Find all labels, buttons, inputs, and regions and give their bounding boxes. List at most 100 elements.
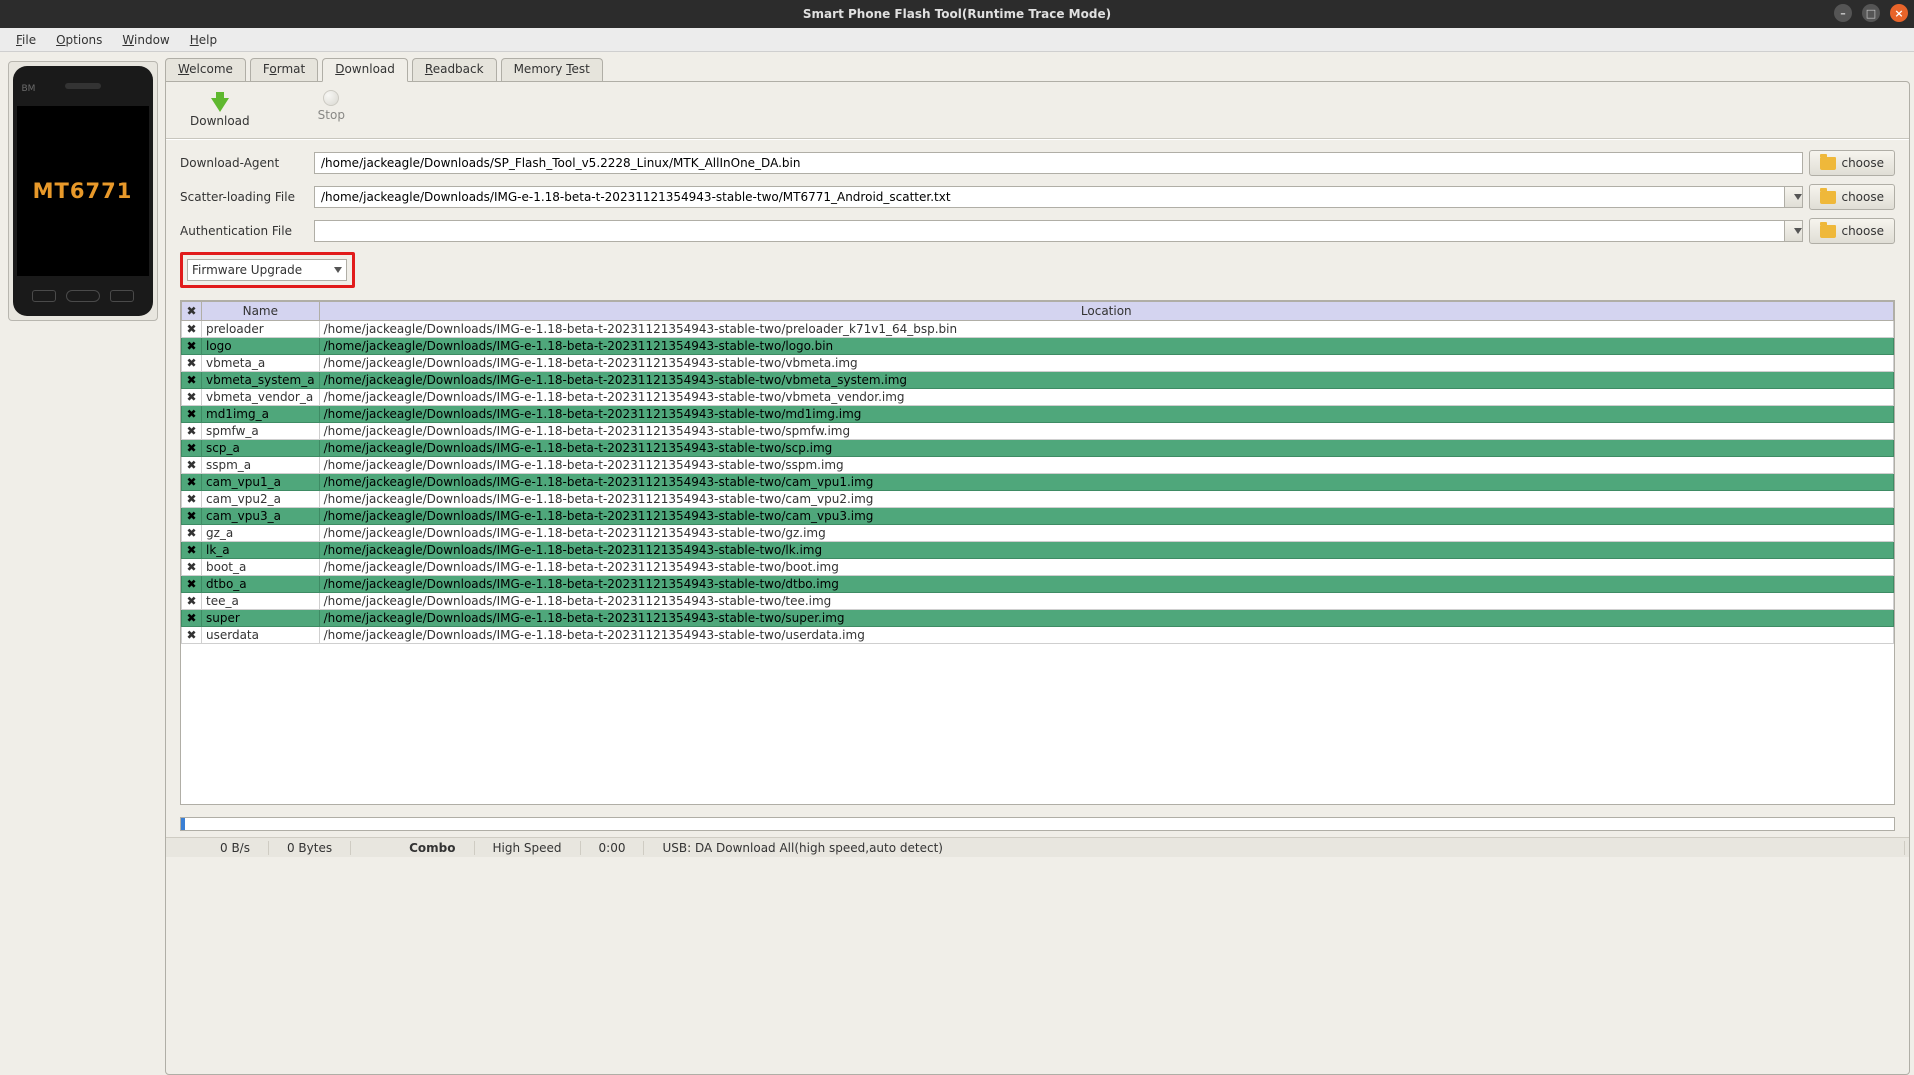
table-row[interactable]: ✖userdata/home/jackeagle/Downloads/IMG-e… [182, 627, 1894, 644]
chevron-down-icon [334, 267, 342, 273]
table-row[interactable]: ✖logo/home/jackeagle/Downloads/IMG-e-1.1… [182, 338, 1894, 355]
row-check[interactable]: ✖ [182, 355, 202, 372]
choose-scatter-button[interactable]: choose [1809, 184, 1895, 210]
tab-format[interactable]: Format [250, 58, 318, 82]
status-time: 0:00 [581, 841, 645, 855]
row-location: /home/jackeagle/Downloads/IMG-e-1.18-bet… [319, 627, 1893, 644]
download-agent-label: Download-Agent [180, 156, 308, 170]
stop-icon [323, 90, 339, 106]
status-size: 0 Bytes [269, 841, 351, 855]
row-location: /home/jackeagle/Downloads/IMG-e-1.18-bet… [319, 474, 1893, 491]
table-row[interactable]: ✖lk_a/home/jackeagle/Downloads/IMG-e-1.1… [182, 542, 1894, 559]
menu-options[interactable]: Options [46, 33, 112, 47]
tab-welcome[interactable]: Welcome [165, 58, 246, 82]
folder-icon [1820, 157, 1836, 170]
row-check[interactable]: ✖ [182, 321, 202, 338]
row-name: scp_a [202, 440, 320, 457]
menu-file[interactable]: File [6, 33, 46, 47]
menu-bar: File Options Window Help [0, 28, 1914, 52]
minimize-button[interactable]: – [1834, 4, 1852, 22]
table-row[interactable]: ✖vbmeta_vendor_a/home/jackeagle/Download… [182, 389, 1894, 406]
download-agent-input[interactable] [314, 152, 1803, 174]
row-name: vbmeta_a [202, 355, 320, 372]
stop-button[interactable]: Stop [314, 88, 349, 130]
row-name: md1img_a [202, 406, 320, 423]
table-row[interactable]: ✖cam_vpu3_a/home/jackeagle/Downloads/IMG… [182, 508, 1894, 525]
row-check[interactable]: ✖ [182, 542, 202, 559]
folder-icon [1820, 191, 1836, 204]
menu-window[interactable]: Window [112, 33, 179, 47]
row-check[interactable]: ✖ [182, 474, 202, 491]
table-row[interactable]: ✖tee_a/home/jackeagle/Downloads/IMG-e-1.… [182, 593, 1894, 610]
scatter-file-input[interactable] [314, 186, 1785, 208]
row-check[interactable]: ✖ [182, 423, 202, 440]
row-location: /home/jackeagle/Downloads/IMG-e-1.18-bet… [319, 559, 1893, 576]
row-check[interactable]: ✖ [182, 610, 202, 627]
close-button[interactable]: × [1890, 4, 1908, 22]
table-row[interactable]: ✖gz_a/home/jackeagle/Downloads/IMG-e-1.1… [182, 525, 1894, 542]
row-location: /home/jackeagle/Downloads/IMG-e-1.18-bet… [319, 542, 1893, 559]
row-check[interactable]: ✖ [182, 491, 202, 508]
row-check[interactable]: ✖ [182, 338, 202, 355]
row-check[interactable]: ✖ [182, 389, 202, 406]
row-check[interactable]: ✖ [182, 457, 202, 474]
row-check[interactable]: ✖ [182, 593, 202, 610]
table-row[interactable]: ✖vbmeta_system_a/home/jackeagle/Download… [182, 372, 1894, 389]
device-side-panel: BM MT6771 [0, 52, 165, 1075]
table-row[interactable]: ✖scp_a/home/jackeagle/Downloads/IMG-e-1.… [182, 440, 1894, 457]
firmware-mode-highlight: Firmware Upgrade [180, 252, 355, 288]
row-check[interactable]: ✖ [182, 508, 202, 525]
header-check[interactable]: ✖ [182, 302, 202, 321]
tab-download[interactable]: Download [322, 58, 408, 82]
row-location: /home/jackeagle/Downloads/IMG-e-1.18-bet… [319, 457, 1893, 474]
row-check[interactable]: ✖ [182, 576, 202, 593]
row-check[interactable]: ✖ [182, 559, 202, 576]
table-row[interactable]: ✖sspm_a/home/jackeagle/Downloads/IMG-e-1… [182, 457, 1894, 474]
header-name[interactable]: Name [202, 302, 320, 321]
row-location: /home/jackeagle/Downloads/IMG-e-1.18-bet… [319, 406, 1893, 423]
download-button[interactable]: Download [186, 88, 254, 130]
partition-table: ✖ Name Location ✖preloader/home/jackeagl… [180, 300, 1895, 805]
row-name: tee_a [202, 593, 320, 610]
status-bar: 0 B/s 0 Bytes Combo High Speed 0:00 USB:… [166, 837, 1909, 857]
choose-da-button[interactable]: choose [1809, 150, 1895, 176]
table-row[interactable]: ✖cam_vpu1_a/home/jackeagle/Downloads/IMG… [182, 474, 1894, 491]
table-row[interactable]: ✖preloader/home/jackeagle/Downloads/IMG-… [182, 321, 1894, 338]
table-row[interactable]: ✖md1img_a/home/jackeagle/Downloads/IMG-e… [182, 406, 1894, 423]
table-row[interactable]: ✖vbmeta_a/home/jackeagle/Downloads/IMG-e… [182, 355, 1894, 372]
folder-icon [1820, 225, 1836, 238]
choose-auth-button[interactable]: choose [1809, 218, 1895, 244]
row-check[interactable]: ✖ [182, 525, 202, 542]
header-location[interactable]: Location [319, 302, 1893, 321]
status-usb: USB: DA Download All(high speed,auto det… [644, 841, 1905, 855]
phone-menu-icon [32, 290, 56, 302]
row-check[interactable]: ✖ [182, 372, 202, 389]
row-name: preloader [202, 321, 320, 338]
row-name: spmfw_a [202, 423, 320, 440]
tab-memory-test[interactable]: Memory Test [501, 58, 603, 82]
phone-illustration: BM MT6771 [13, 66, 153, 316]
phone-back-icon [110, 290, 134, 302]
firmware-mode-select[interactable]: Firmware Upgrade [187, 259, 347, 281]
row-name: vbmeta_system_a [202, 372, 320, 389]
main-tabs: Welcome Format Download Readback Memory … [165, 58, 1910, 82]
table-row[interactable]: ✖spmfw_a/home/jackeagle/Downloads/IMG-e-… [182, 423, 1894, 440]
table-row[interactable]: ✖dtbo_a/home/jackeagle/Downloads/IMG-e-1… [182, 576, 1894, 593]
table-row[interactable]: ✖super/home/jackeagle/Downloads/IMG-e-1.… [182, 610, 1894, 627]
row-check[interactable]: ✖ [182, 627, 202, 644]
table-row[interactable]: ✖boot_a/home/jackeagle/Downloads/IMG-e-1… [182, 559, 1894, 576]
row-check[interactable]: ✖ [182, 406, 202, 423]
choose-label: choose [1841, 190, 1884, 204]
scatter-dropdown-button[interactable] [1785, 186, 1803, 208]
tab-readback[interactable]: Readback [412, 58, 497, 82]
row-check[interactable]: ✖ [182, 440, 202, 457]
row-location: /home/jackeagle/Downloads/IMG-e-1.18-bet… [319, 423, 1893, 440]
row-location: /home/jackeagle/Downloads/IMG-e-1.18-bet… [319, 508, 1893, 525]
window-title: Smart Phone Flash Tool(Runtime Trace Mod… [803, 7, 1111, 21]
row-location: /home/jackeagle/Downloads/IMG-e-1.18-bet… [319, 440, 1893, 457]
auth-file-input[interactable] [314, 220, 1785, 242]
menu-help[interactable]: Help [180, 33, 227, 47]
maximize-button[interactable]: □ [1862, 4, 1880, 22]
auth-dropdown-button[interactable] [1785, 220, 1803, 242]
table-row[interactable]: ✖cam_vpu2_a/home/jackeagle/Downloads/IMG… [182, 491, 1894, 508]
